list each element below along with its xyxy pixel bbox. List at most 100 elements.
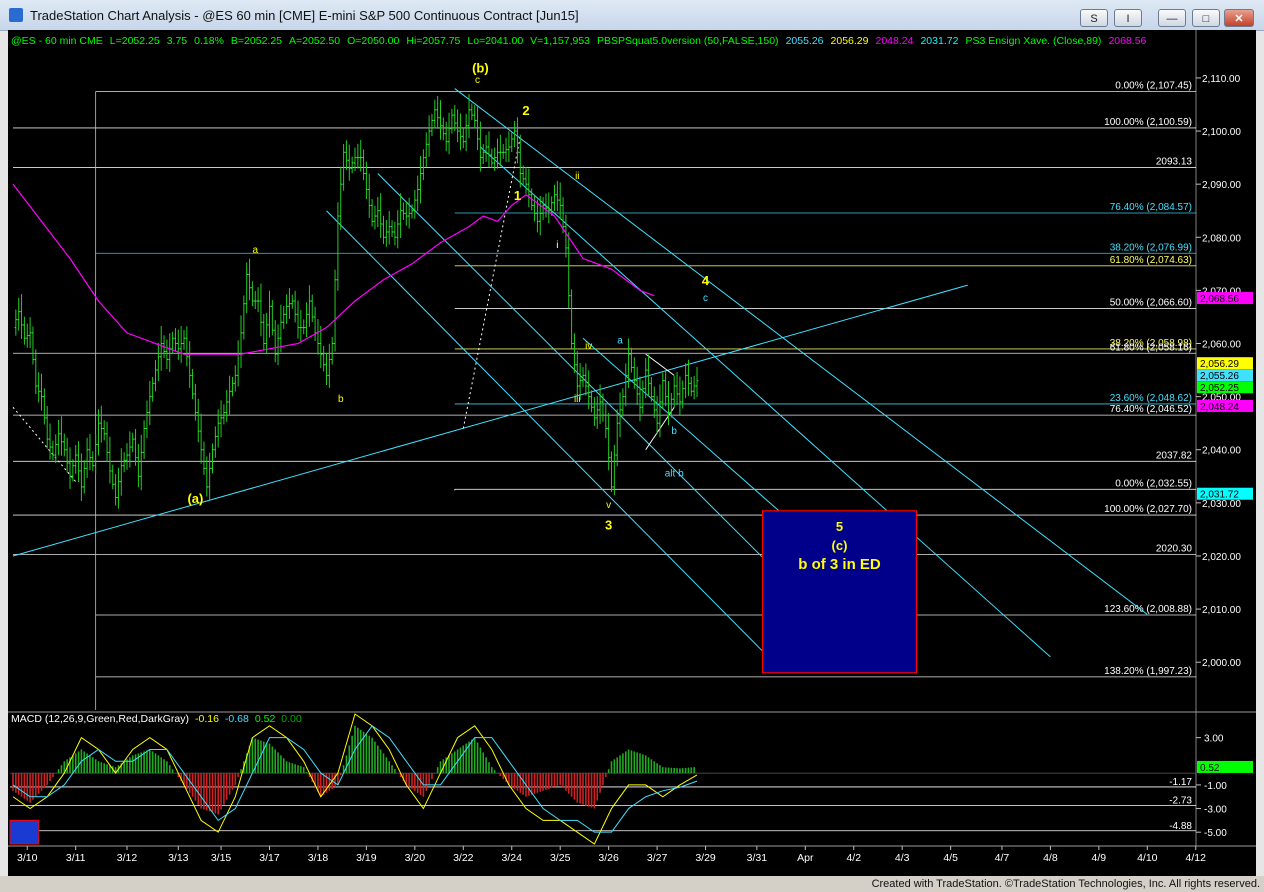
x-tick-label: 3/18 (308, 852, 329, 864)
app-window: TradeStation Chart Analysis - @ES 60 min… (0, 0, 1264, 876)
fib-level-label: 2093.13 (1156, 157, 1193, 168)
wave-label: iii (574, 394, 581, 405)
x-tick-label: 3/27 (647, 852, 668, 864)
price-marker-label: 2,031.72 (1200, 490, 1239, 501)
y-tick-label: 2,100.00 (1202, 127, 1241, 138)
price-chart[interactable]: @ES - 60 min CME L=2052.25 3.75 0.18% B=2052… (8, 30, 1256, 876)
x-tick-label: 3/29 (695, 852, 716, 864)
header-item: PBSPSquat5.0version (50,FALSE,150) (597, 35, 779, 47)
fib-level-label: 0.00% (2,032.55) (1115, 478, 1192, 489)
wave-label: v (606, 500, 611, 511)
y-tick-label: 2,020.00 (1202, 552, 1241, 563)
x-tick-label: 3/12 (117, 852, 138, 864)
header-item: 3.75 (167, 35, 188, 47)
x-tick-label: 3/11 (66, 852, 86, 864)
fib-level-label: 2020.30 (1156, 543, 1193, 554)
macd-marker-label: 0.52 (1200, 763, 1220, 774)
x-tick-label: 4/10 (1137, 852, 1158, 864)
wave-label: c (703, 293, 708, 304)
wave-label: alt b (665, 468, 684, 479)
macd-label: MACD (12,26,9,Green,Red,DarkGray) (11, 713, 189, 725)
wave-label: 4 (702, 273, 710, 288)
header-item: 2068.56 (1108, 35, 1146, 47)
x-tick-label: 3/22 (453, 852, 474, 864)
wave-label: i (556, 240, 558, 251)
header-item: 2055.26 (786, 35, 824, 47)
x-tick-label: 4/12 (1186, 852, 1207, 864)
x-tick-label: 4/5 (943, 852, 958, 864)
header-item: 0.18% (194, 35, 224, 47)
header-item: 2048.24 (876, 35, 914, 47)
wave-label: b (671, 426, 677, 437)
fib-level-label: 23.60% (2,048.62) (1110, 393, 1192, 404)
wave-label: ii (575, 171, 579, 182)
wave-label: 3 (605, 517, 612, 532)
macd-value: -0.68 (225, 713, 249, 725)
i-dropdown-button[interactable]: I (1114, 9, 1142, 27)
close-button[interactable]: ✕ (1224, 9, 1254, 27)
macd-level-label: -4.88 (1169, 821, 1192, 832)
header-item: B=2052.25 (231, 35, 282, 47)
fib-level-label: 138.20% (1,997.23) (1104, 666, 1192, 677)
wave-label: (a) (187, 491, 203, 506)
x-tick-label: 3/17 (259, 852, 280, 864)
s-dropdown-button[interactable]: S (1080, 9, 1108, 27)
header-item: 2056.29 (831, 35, 869, 47)
header-item: @ES - 60 min CME (11, 35, 103, 47)
macd-value: -0.16 (195, 713, 219, 725)
fib-level-label: 50.00% (2,066.60) (1110, 297, 1192, 308)
x-tick-label: 3/10 (17, 852, 38, 864)
price-marker-label: 2,052.25 (1200, 383, 1239, 394)
macd-tick-label: -3.00 (1204, 805, 1227, 816)
price-marker-label: 2,055.26 (1200, 371, 1239, 382)
wave-label: (b) (472, 61, 489, 76)
header-item: PS3 Ensign Xave. (Close,89) (965, 35, 1101, 47)
target-zone-label: 5 (836, 519, 843, 534)
wave-label: b (338, 394, 344, 405)
x-tick-label: 3/31 (747, 852, 768, 864)
minimize-button[interactable]: — (1158, 9, 1186, 27)
x-tick-label: 3/19 (356, 852, 377, 864)
maximize-button[interactable]: □ (1192, 9, 1220, 27)
y-tick-label: 2,040.00 (1202, 446, 1241, 457)
fib-level-label: 76.40% (2,046.52) (1110, 404, 1192, 415)
fib-level-label: 61.80% (2,074.63) (1110, 255, 1192, 266)
macd-tick-label: 3.00 (1204, 734, 1224, 745)
fib-level-label: 38.20% (2,076.99) (1110, 242, 1192, 253)
header-item: V=1,157,953 (530, 35, 590, 47)
fib-level-label: 2037.82 (1156, 450, 1193, 461)
macd-level-label: -1.17 (1169, 777, 1192, 788)
macd-value: 0.00 (281, 713, 302, 725)
wave-label: a (252, 245, 258, 256)
x-tick-label: 4/7 (995, 852, 1010, 864)
fib-level-label: 100.00% (2,100.59) (1104, 117, 1192, 128)
header-item: O=2050.00 (347, 35, 399, 47)
fib-level-label: 61.80% (2,058.16) (1110, 342, 1192, 353)
fib-level-label: 76.40% (2,084.57) (1110, 202, 1192, 213)
price-marker-label: 2,056.29 (1200, 359, 1239, 370)
macd-tick-label: -1.00 (1204, 781, 1227, 792)
wave-label: c (475, 75, 480, 86)
x-tick-label: 4/9 (1092, 852, 1107, 864)
tradestation-app-icon (9, 8, 23, 22)
y-tick-label: 2,000.00 (1202, 658, 1241, 669)
target-zone-label: b of 3 in ED (798, 556, 881, 573)
macd-level-label: -2.73 (1169, 795, 1192, 806)
fib-level-label: 123.60% (2,008.88) (1104, 604, 1192, 615)
y-tick-label: 2,090.00 (1202, 180, 1241, 191)
macd-value: 0.52 (255, 713, 276, 725)
wave-label: 2 (522, 103, 529, 118)
x-tick-label: 3/20 (405, 852, 426, 864)
x-tick-label: 3/13 (168, 852, 189, 864)
wave-label: 1 (514, 188, 521, 203)
header-item: 2031.72 (920, 35, 958, 47)
x-tick-label: 4/2 (846, 852, 861, 864)
x-tick-label: 4/8 (1043, 852, 1058, 864)
y-tick-label: 2,080.00 (1202, 233, 1241, 244)
x-tick-label: 3/26 (598, 852, 619, 864)
chart-background (8, 30, 1256, 876)
wave-label: iv (585, 341, 592, 352)
x-tick-label: 4/3 (895, 852, 910, 864)
header-item: L=2052.25 (110, 35, 160, 47)
y-tick-label: 2,110.00 (1202, 74, 1241, 85)
